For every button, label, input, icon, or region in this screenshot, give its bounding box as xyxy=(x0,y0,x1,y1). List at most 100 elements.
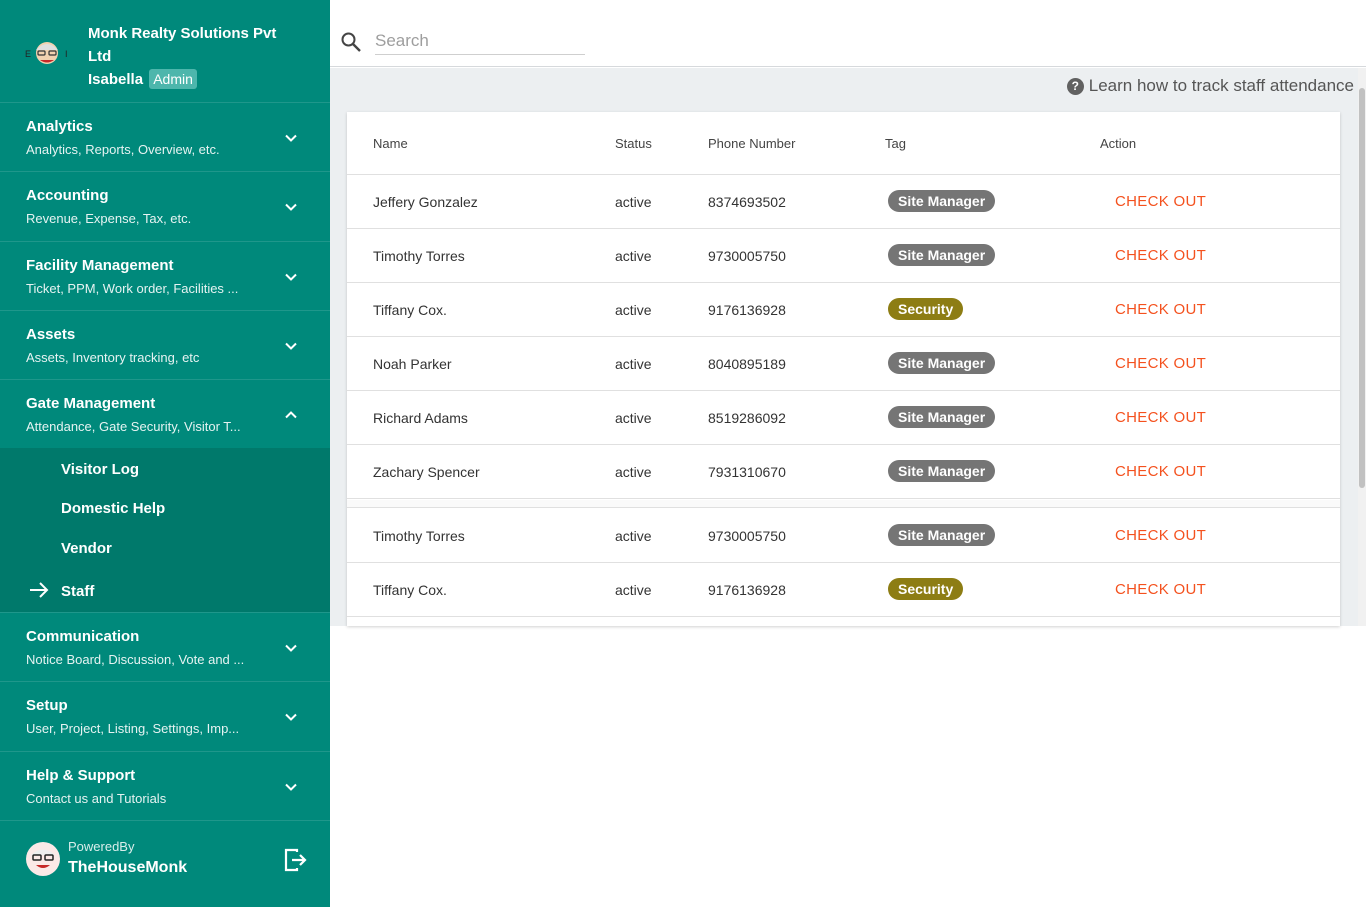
nav-subtitle: Attendance, Gate Security, Visitor T... xyxy=(26,419,241,434)
nav-item-analytics[interactable]: Analytics Analytics, Reports, Overview, … xyxy=(0,102,330,171)
table-row: Timothy Torres active 9730005750 Site Ma… xyxy=(347,229,1340,283)
cell-phone: 9176136928 xyxy=(708,582,786,598)
svg-text:I: I xyxy=(65,49,68,59)
cell-name: Richard Adams xyxy=(373,410,468,426)
nav-item-accounting[interactable]: Accounting Revenue, Expense, Tax, etc. xyxy=(0,171,330,240)
cell-name: Zachary Spencer xyxy=(373,464,480,480)
nav-title: Accounting xyxy=(26,187,109,204)
main-content: ? Learn how to track staff attendance Nam… xyxy=(330,68,1366,626)
nav-subtitle: User, Project, Listing, Settings, Imp... xyxy=(26,721,240,736)
column-header-phone: Phone Number xyxy=(708,136,796,151)
check-out-button[interactable]: CHECK OUT xyxy=(1115,247,1206,264)
cell-phone: 9730005750 xyxy=(708,248,786,264)
cell-phone: 9730005750 xyxy=(708,528,786,544)
nav-subtitle: Ticket, PPM, Work order, Facilities ... xyxy=(26,281,239,296)
column-header-tag: Tag xyxy=(885,136,906,151)
table-row: Timothy Torres active 9730005750 Site Ma… xyxy=(347,509,1340,563)
scrollbar-thumb[interactable] xyxy=(1359,88,1365,488)
cell-name: Jeffery Gonzalez xyxy=(373,194,478,210)
nav-subtitle: Assets, Inventory tracking, etc xyxy=(26,350,200,365)
cell-phone: 8374693502 xyxy=(708,194,786,210)
nav-subtitle: Revenue, Expense, Tax, etc. xyxy=(26,211,192,226)
table-row: Zachary Spencer active 7931310670 Site M… xyxy=(347,445,1340,499)
tag-badge: Security xyxy=(888,298,964,320)
chevron-down-icon xyxy=(285,713,297,721)
nav-item-help-support[interactable]: Help & Support Contact us and Tutorials xyxy=(0,751,330,820)
check-out-button[interactable]: CHECK OUT xyxy=(1115,355,1206,372)
org-name: Monk Realty Solutions Pvt Ltd xyxy=(88,25,277,65)
nav-title: Assets xyxy=(26,326,76,343)
cell-phone: 8040895189 xyxy=(708,356,786,372)
logout-icon[interactable] xyxy=(282,847,308,873)
cell-status: active xyxy=(615,528,652,544)
cell-status: active xyxy=(615,248,652,264)
nav-subtitle: Contact us and Tutorials xyxy=(26,791,167,806)
arrow-right-icon xyxy=(30,582,49,598)
brand-name: TheHouseMonk xyxy=(68,859,188,876)
table-row: Tiffany Cox. active 9176136928 Security … xyxy=(347,283,1340,337)
column-header-action: Action xyxy=(1100,136,1137,151)
tag-badge: Site Manager xyxy=(888,460,996,482)
submenu-item-domestic-help[interactable]: Domestic Help xyxy=(61,499,165,519)
org-logo-icon: E I xyxy=(25,42,68,64)
nav-title: Help & Support xyxy=(26,767,136,784)
check-out-button[interactable]: CHECK OUT xyxy=(1115,527,1206,544)
table-row: Tiffany Cox. active 9176136928 Security … xyxy=(347,563,1340,617)
table-row: Richard Adams active 8519286092 Site Man… xyxy=(347,391,1340,445)
question-icon: ? xyxy=(1066,78,1084,95)
tag-badge: Site Manager xyxy=(888,524,996,546)
cell-name: Tiffany Cox. xyxy=(373,582,447,598)
cell-status: active xyxy=(615,356,652,372)
cell-phone: 7931310670 xyxy=(708,464,786,480)
cell-name: Tiffany Cox. xyxy=(373,302,447,318)
cell-phone: 8519286092 xyxy=(708,410,786,426)
check-out-button[interactable]: CHECK OUT xyxy=(1115,409,1206,426)
svg-text:E: E xyxy=(25,49,31,59)
tag-badge: Site Manager xyxy=(888,406,996,428)
help-link-text: Learn how to track staff attendance xyxy=(1088,76,1354,95)
user-name: Isabella xyxy=(88,71,144,88)
nav-title: Analytics xyxy=(26,118,93,135)
tag-badge: Site Manager xyxy=(888,352,996,374)
check-out-button[interactable]: CHECK OUT xyxy=(1115,193,1206,210)
tag-badge: Site Manager xyxy=(888,190,996,212)
staff-table: Name Status Phone Number Tag Action Jeff… xyxy=(347,112,1340,626)
row-divider xyxy=(347,500,1340,508)
housemonk-avatar-icon xyxy=(26,842,60,876)
nav-subtitle: Analytics, Reports, Overview, etc. xyxy=(26,142,220,157)
submenu-item-staff[interactable]: Staff xyxy=(61,582,94,602)
tag-badge: Site Manager xyxy=(888,244,996,266)
cell-status: active xyxy=(615,582,652,598)
cell-name: Noah Parker xyxy=(373,356,452,372)
role-badge: Admin xyxy=(149,69,197,89)
chevron-down-icon xyxy=(285,783,297,791)
cell-status: active xyxy=(615,464,652,480)
nav-item-assets[interactable]: Assets Assets, Inventory tracking, etc xyxy=(0,310,330,379)
nav-subtitle: Notice Board, Discussion, Vote and ... xyxy=(26,652,245,667)
check-out-button[interactable]: CHECK OUT xyxy=(1115,463,1206,480)
nav-item-gate-management[interactable]: Gate Management Attendance, Gate Securit… xyxy=(0,379,330,448)
submenu-item-visitor-log[interactable]: Visitor Log xyxy=(61,460,139,480)
top-bar xyxy=(330,0,1366,67)
nav-item-setup[interactable]: Setup User, Project, Listing, Settings, … xyxy=(0,681,330,750)
nav-item-communication[interactable]: Communication Notice Board, Discussion, … xyxy=(0,612,330,681)
nav-title: Setup xyxy=(26,697,68,714)
search-input[interactable] xyxy=(375,28,585,55)
chevron-down-icon xyxy=(285,273,297,281)
chevron-up-icon xyxy=(285,411,297,419)
table-header: Name Status Phone Number Tag Action xyxy=(347,112,1340,175)
nav-title: Facility Management xyxy=(26,257,174,274)
nav-title: Gate Management xyxy=(26,395,156,412)
cell-status: active xyxy=(615,194,652,210)
chevron-down-icon xyxy=(285,342,297,350)
column-header-status: Status xyxy=(615,136,652,151)
sidebar: E I Monk Realty Solutions Pvt Ltd Isabel… xyxy=(0,0,330,907)
cell-status: active xyxy=(615,410,652,426)
nav-item-facility-management[interactable]: Facility Management Ticket, PPM, Work or… xyxy=(0,241,330,310)
cell-phone: 9176136928 xyxy=(708,302,786,318)
check-out-button[interactable]: CHECK OUT xyxy=(1115,581,1206,598)
help-link[interactable]: ? Learn how to track staff attendance xyxy=(1066,76,1354,96)
submenu-item-vendor[interactable]: Vendor xyxy=(61,539,112,559)
check-out-button[interactable]: CHECK OUT xyxy=(1115,301,1206,318)
cell-name: Timothy Torres xyxy=(373,248,465,264)
